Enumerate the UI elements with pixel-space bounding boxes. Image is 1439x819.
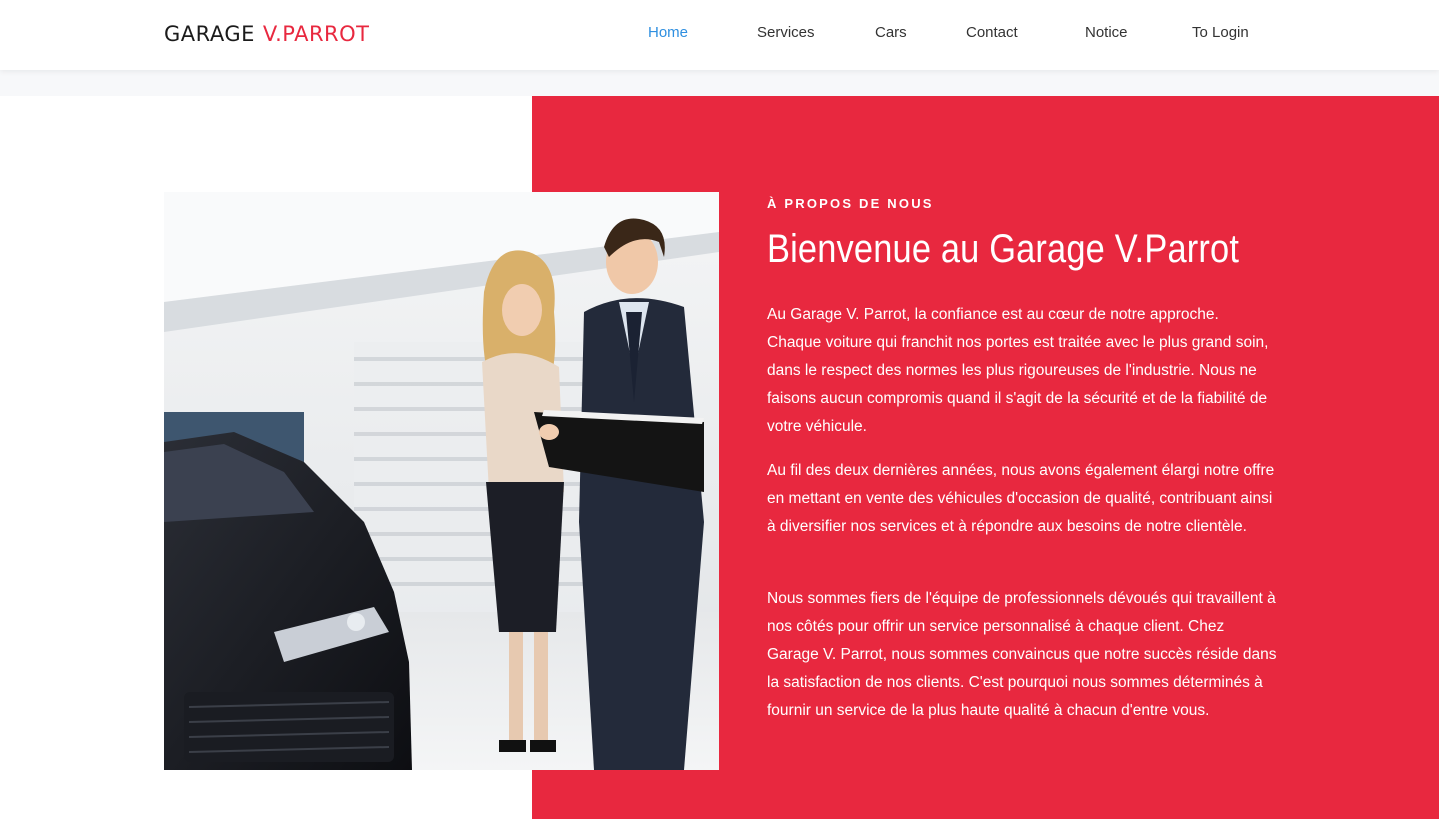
about-title: Bienvenue au Garage V.Parrot [767, 227, 1240, 271]
about-paragraph: Au fil des deux dernières années, nous a… [767, 462, 1275, 535]
nav-link-notice[interactable]: Notice [1085, 24, 1128, 41]
about-paragraph: Nous sommes fiers de l'équipe de profess… [767, 590, 1277, 719]
showroom-photo [164, 192, 719, 770]
header-divider-strip [0, 70, 1439, 96]
nav-link-login[interactable]: To Login [1192, 24, 1249, 41]
nav-link-contact[interactable]: Contact [966, 24, 1018, 41]
showroom-illustration [164, 192, 719, 770]
main-nav: Home Services Cars Contact Notice To Log… [0, 24, 1439, 46]
section-eyebrow: À PROPOS DE NOUS [767, 196, 934, 211]
nav-link-cars[interactable]: Cars [875, 24, 907, 41]
navbar: GARAGE V.PARROT Home Services Cars Contac… [0, 0, 1439, 70]
about-content: À PROPOS DE NOUS Bienvenue au Garage V.P… [767, 192, 1277, 719]
nav-link-services[interactable]: Services [757, 24, 815, 41]
nav-link-home[interactable]: Home [648, 24, 688, 41]
about-paragraph: Au Garage V. Parrot, la confiance est au… [767, 306, 1269, 435]
